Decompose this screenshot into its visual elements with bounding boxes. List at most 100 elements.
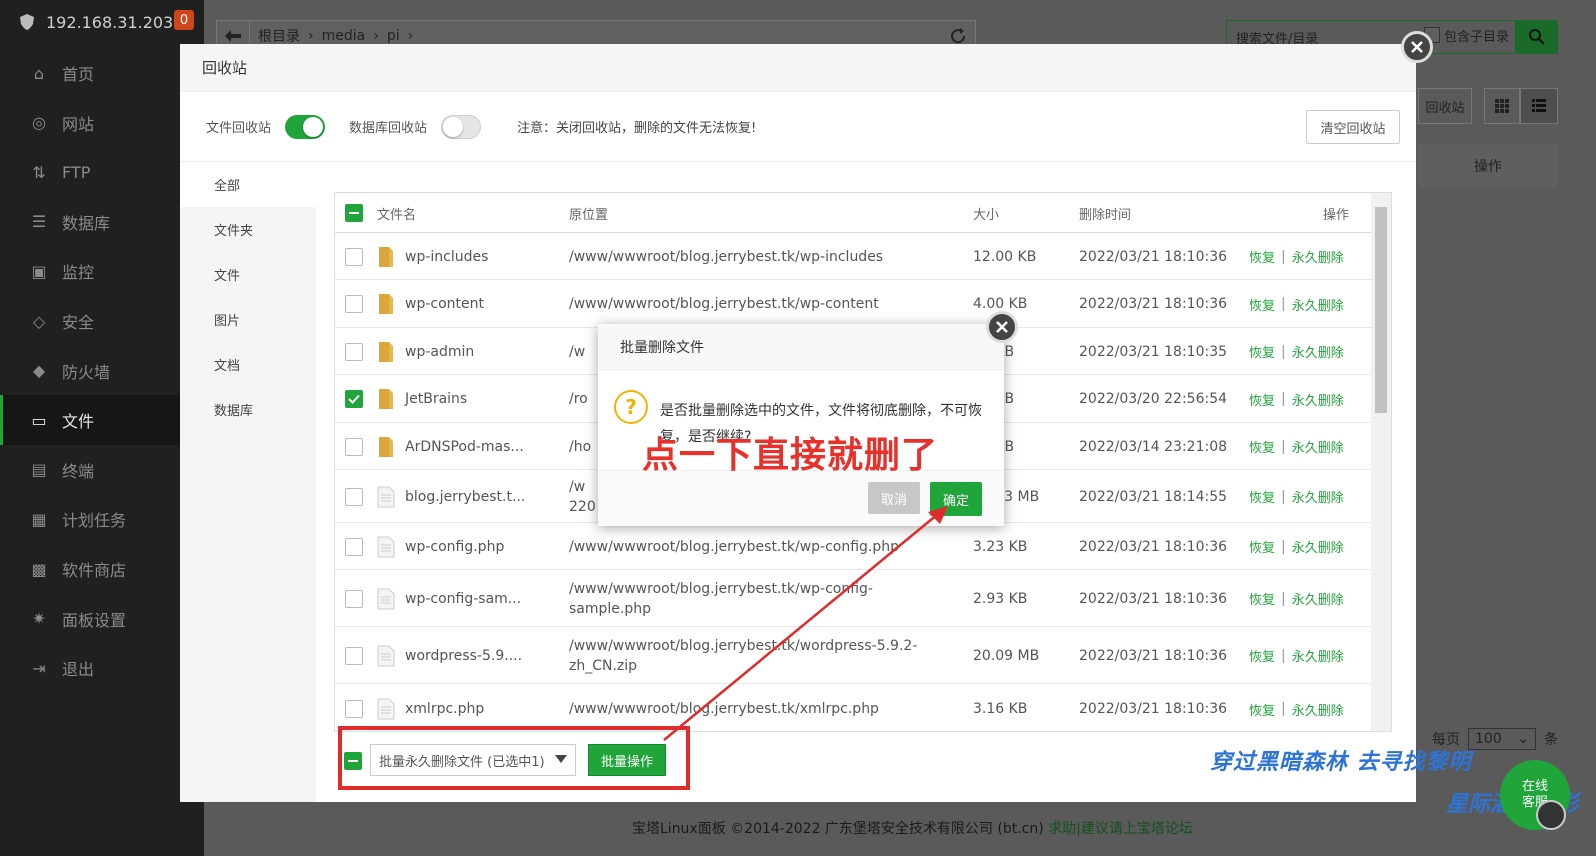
permanent-delete-link[interactable]: 永久删除 (1292, 342, 1344, 361)
restore-link[interactable]: 恢复 (1249, 537, 1275, 556)
table-row[interactable]: wordpress-5.9.... /www/wwwroot/blog.jerry… (335, 627, 1371, 684)
table-row[interactable]: wp-includes/www/wwwroot/blog.jerrybest.t… (335, 233, 1371, 280)
recycle-close-button[interactable] (1401, 31, 1433, 63)
file-name[interactable]: wp-includes (405, 233, 488, 280)
file-name[interactable]: blog.jerrybest.t... (405, 470, 525, 523)
file-name[interactable]: wp-config.php (405, 523, 504, 570)
restore-link[interactable]: 恢复 (1249, 390, 1275, 409)
file-icon (377, 523, 395, 570)
column-location[interactable]: 原位置 (569, 193, 608, 233)
sidebar-item[interactable]: ⌂ 首页 (0, 48, 204, 98)
row-checkbox[interactable] (345, 437, 363, 456)
sidebar-item[interactable]: ▣ 监控 (0, 246, 204, 296)
file-name[interactable]: wp-admin (405, 328, 474, 375)
permanent-delete-link[interactable]: 永久删除 (1292, 487, 1344, 506)
column-name[interactable]: 文件名 (377, 193, 416, 233)
row-checkbox[interactable] (345, 700, 363, 718)
file-recycle-toggle[interactable] (285, 114, 326, 139)
question-icon: ? (614, 390, 648, 424)
file-name[interactable]: wp-content (405, 280, 484, 328)
restore-link[interactable]: 恢复 (1249, 342, 1275, 361)
row-checkbox[interactable] (345, 342, 363, 361)
action-separator: | (1281, 438, 1286, 455)
file-name[interactable]: ArDNSPod-mas... (405, 423, 524, 470)
permanent-delete-link[interactable]: 永久删除 (1292, 589, 1344, 608)
restore-link[interactable]: 恢复 (1249, 437, 1275, 456)
table-row[interactable]: wp-content/www/wwwroot/blog.jerrybest.tk… (335, 280, 1371, 328)
category-item[interactable]: 全部 (180, 162, 316, 207)
category-item[interactable]: 文件 (180, 252, 316, 297)
row-checkbox[interactable] (345, 589, 363, 608)
table-scrollbar[interactable] (1371, 193, 1391, 731)
restore-link[interactable]: 恢复 (1249, 487, 1275, 506)
db-recycle-toggle[interactable] (441, 114, 482, 139)
column-time[interactable]: 删除时间 (1079, 193, 1131, 233)
delete-time: 2022/03/21 18:10:36 (1079, 701, 1228, 717)
action-separator: | (1281, 296, 1286, 312)
breadcrumb-media[interactable]: media (322, 28, 366, 44)
restore-link[interactable]: 恢复 (1249, 589, 1275, 608)
permanent-delete-link[interactable]: 永久删除 (1292, 700, 1344, 719)
category-item[interactable]: 图片 (180, 297, 316, 342)
category-item[interactable]: 数据库 (180, 387, 316, 432)
sidebar-item-label: FTP (62, 162, 91, 182)
cancel-button[interactable]: 取消 (868, 482, 920, 514)
sidebar-item[interactable]: ▤ 终端 (0, 445, 204, 495)
column-size[interactable]: 大小 (973, 193, 999, 233)
sidebar-item[interactable]: ◆ 防火墙 (0, 346, 204, 396)
search-button[interactable] (1516, 20, 1558, 54)
permanent-delete-link[interactable]: 永久删除 (1292, 537, 1344, 556)
file-name[interactable]: wp-config-sam... (405, 570, 521, 627)
row-checkbox-cell (345, 423, 363, 470)
file-recycle-label: 文件回收站 (206, 121, 272, 136)
recycle-bin-button[interactable]: 回收站 (1418, 88, 1472, 124)
restore-link[interactable]: 恢复 (1249, 646, 1275, 665)
category-item[interactable]: 文件夹 (180, 207, 316, 252)
original-location: /w 220 (569, 470, 596, 523)
restore-link[interactable]: 恢复 (1249, 247, 1275, 266)
sidebar-item[interactable]: ▭ 文件 (0, 395, 204, 446)
restore-link[interactable]: 恢复 (1249, 295, 1275, 314)
table-row[interactable]: wp-config-sam... /www/wwwroot/blog.jerryb… (335, 570, 1371, 627)
row-checkbox[interactable] (345, 537, 363, 556)
permanent-delete-link[interactable]: 永久删除 (1292, 295, 1344, 314)
list-view-button[interactable] (1520, 88, 1558, 124)
per-page-select[interactable]: 100 ⌄ (1468, 728, 1536, 750)
sidebar-item[interactable]: ☰ 数据库 (0, 197, 204, 247)
table-row[interactable]: xmlrpc.php/www/wwwroot/blog.jerrybest.tk… (335, 684, 1371, 731)
select-all-checkbox[interactable] (345, 204, 363, 222)
sidebar-item[interactable]: ◇ 安全 (0, 296, 204, 346)
breadcrumb-pi[interactable]: pi (387, 28, 400, 44)
permanent-delete-link[interactable]: 永久删除 (1292, 437, 1344, 456)
row-checkbox[interactable] (345, 247, 363, 266)
confirm-button[interactable]: 确定 (930, 482, 982, 516)
grid-view-button[interactable] (1484, 88, 1520, 124)
table-row[interactable]: wp-config.php/www/wwwroot/blog.jerrybest… (335, 523, 1371, 570)
row-checkbox-cell (345, 684, 363, 731)
row-checkbox[interactable] (345, 646, 363, 665)
footer-forum-link[interactable]: 求助|建议请上宝塔论坛 (1048, 821, 1193, 837)
sidebar-item[interactable]: ⇥ 退出 (0, 643, 204, 693)
file-size: 2.93 KB (973, 590, 1028, 607)
sidebar-item[interactable]: ⇅ FTP (0, 147, 204, 197)
row-checkbox[interactable] (345, 487, 363, 506)
breadcrumb-root[interactable]: 根目录 (258, 26, 300, 46)
restore-link[interactable]: 恢复 (1249, 700, 1275, 719)
clear-recycle-button[interactable]: 清空回收站 (1306, 110, 1400, 144)
row-checkbox[interactable] (345, 295, 363, 313)
permanent-delete-link[interactable]: 永久删除 (1292, 247, 1344, 266)
permanent-delete-link[interactable]: 永久删除 (1292, 646, 1344, 665)
file-name[interactable]: wordpress-5.9.... (405, 627, 522, 684)
dialog-close-button[interactable] (986, 311, 1018, 343)
sidebar-item[interactable]: ▩ 软件商店 (0, 544, 204, 594)
category-item[interactable]: 文档 (180, 342, 316, 387)
theme-toggle-button[interactable] (1536, 800, 1566, 830)
permanent-delete-link[interactable]: 永久删除 (1292, 390, 1344, 409)
notification-badge[interactable]: 0 (174, 10, 194, 30)
file-name[interactable]: JetBrains (405, 375, 467, 423)
sidebar-item[interactable]: ✷ 面板设置 (0, 594, 204, 644)
file-name[interactable]: xmlrpc.php (405, 684, 484, 731)
sidebar-item[interactable]: ◎ 网站 (0, 98, 204, 148)
row-checkbox[interactable] (345, 390, 363, 408)
sidebar-item[interactable]: ▦ 计划任务 (0, 494, 204, 544)
